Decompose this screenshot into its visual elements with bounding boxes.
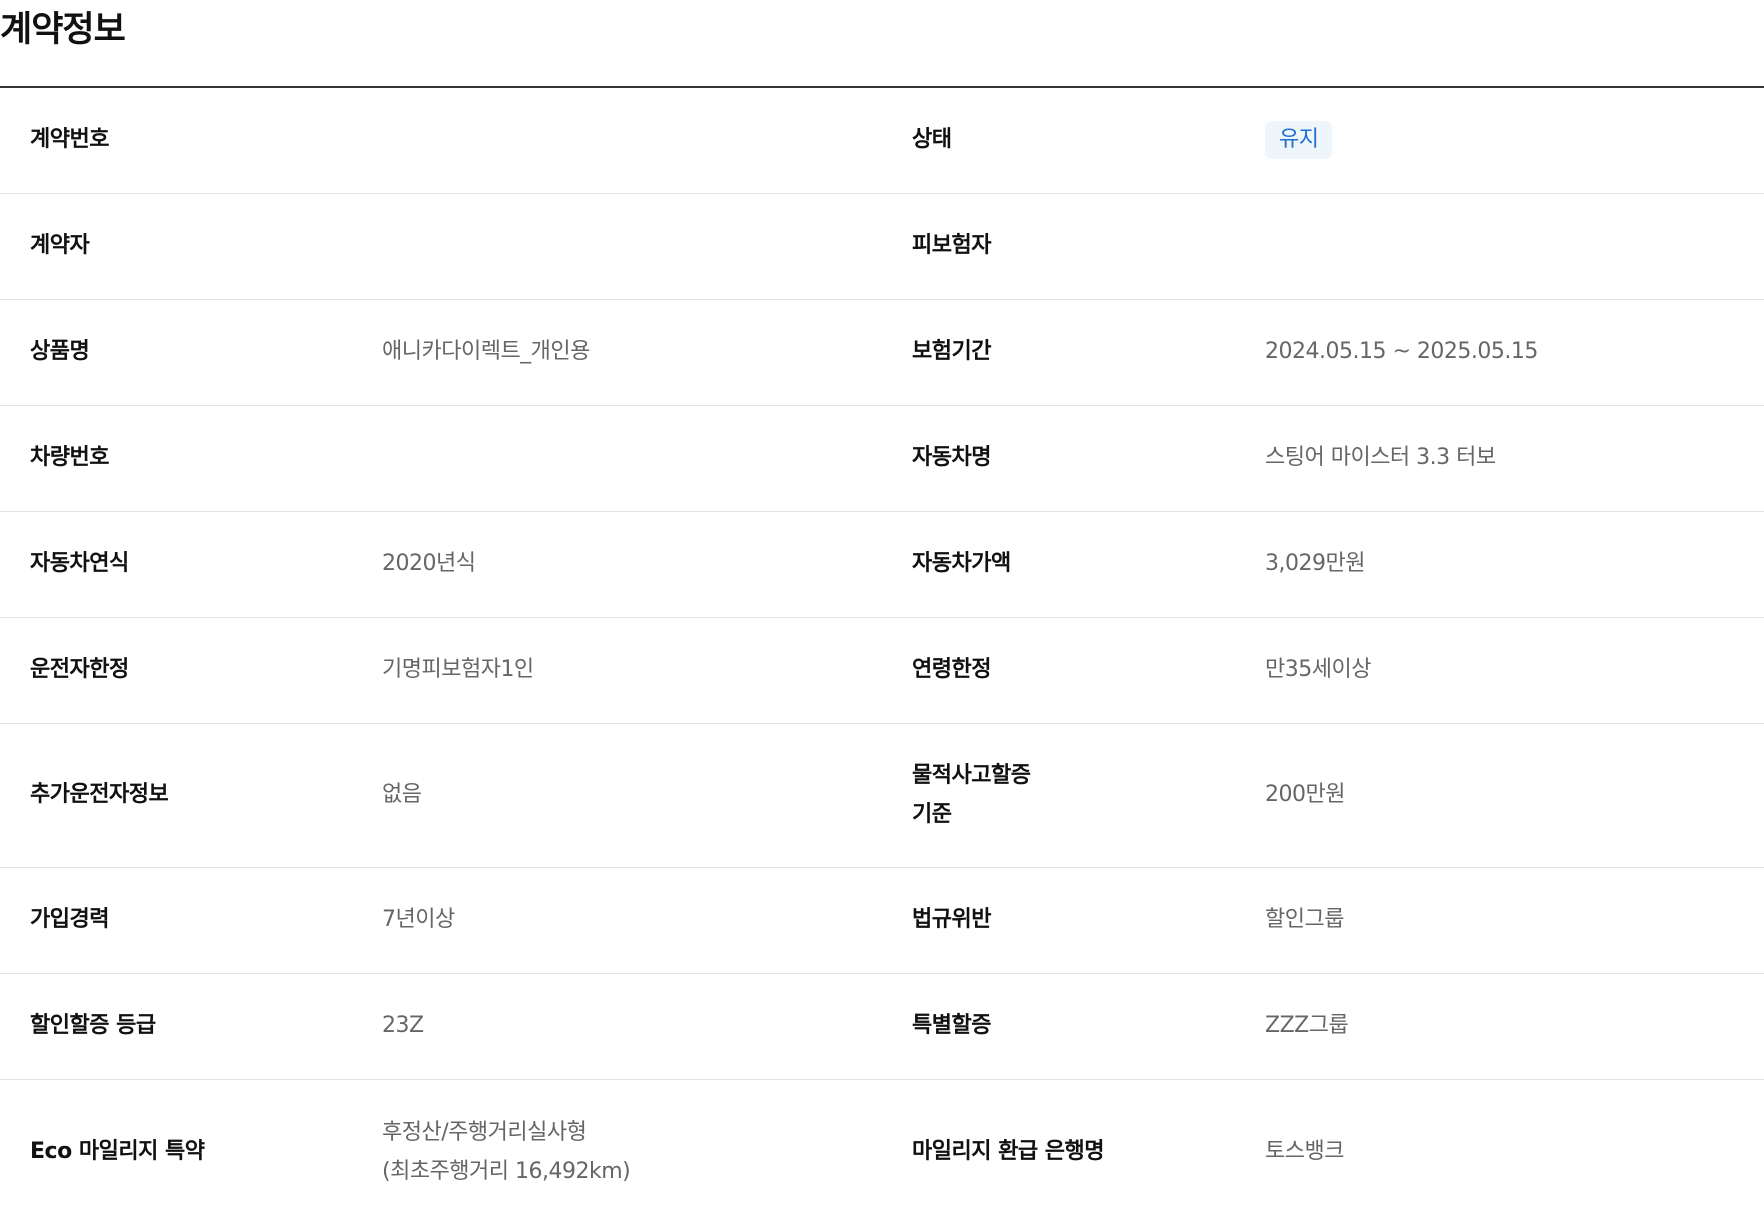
value-additional-driver: 없음	[382, 723, 912, 868]
table-row: 자동차연식 2020년식 자동차가액 3,029만원	[0, 511, 1764, 618]
label-discount-surcharge-grade: 할인할증 등급	[0, 973, 382, 1080]
value-eco-mileage-line1: 후정산/주행거리실사형	[382, 1120, 587, 1146]
table-row: 운전자한정 기명피보험자1인 연령한정 만35세이상	[0, 617, 1764, 724]
label-product-name: 상품명	[0, 299, 382, 406]
label-insurance-history: 가입경력	[0, 867, 382, 974]
status-badge: 유지	[1265, 121, 1333, 160]
contract-info-table: 계약번호 상태 유지 계약자 피보험자 상품명 애니카다이렉트_개인용 보험기간…	[0, 86, 1764, 1225]
label-special-surcharge: 특별할증	[912, 973, 1265, 1080]
value-traffic-violation: 할인그룹	[1265, 867, 1764, 974]
label-insured: 피보험자	[912, 193, 1265, 300]
table-row: 계약번호 상태 유지	[0, 87, 1764, 194]
value-product-name: 애니카다이렉트_개인용	[382, 299, 912, 406]
label-policyholder: 계약자	[0, 193, 382, 300]
label-eco-mileage-rider: Eco 마일리지 특약	[30, 1139, 205, 1165]
value-mileage-refund-bank: 토스뱅크	[1265, 1139, 1344, 1165]
table-row: 계약자 피보험자	[0, 193, 1764, 300]
label-mileage-refund-bank: 마일리지 환급 은행명	[912, 1139, 1104, 1165]
value-vehicle-name: 스팅어 마이스터 3.3 터보	[1265, 405, 1764, 512]
label-vehicle-number: 차량번호	[0, 405, 382, 512]
value-vehicle-number	[382, 405, 912, 512]
value-contract-number	[382, 87, 912, 194]
value-model-year: 2020년식	[382, 511, 912, 618]
label-status: 상태	[912, 87, 1265, 194]
value-driver-limit: 기명피보험자1인	[382, 617, 912, 724]
table-row: 할인할증 등급 23Z 특별할증 ZZZ그룹	[0, 973, 1764, 1080]
table-row: 가입경력 7년이상 법규위반 할인그룹	[0, 867, 1764, 974]
value-eco-mileage-rider: 후정산/주행거리실사형 (최초주행거리 16,492km)	[382, 1079, 912, 1225]
page-title: 계약정보	[0, 10, 126, 50]
table-row: 추가운전자정보 없음 물적사고할증 기준 200만원	[0, 723, 1764, 868]
value-property-damage-surcharge: 200만원	[1265, 723, 1764, 868]
label-model-year: 자동차연식	[0, 511, 382, 618]
table-row: Eco 마일리지 특약 후정산/주행거리실사형 (최초주행거리 16,492km…	[0, 1079, 1764, 1225]
label-insurance-period: 보험기간	[912, 299, 1265, 406]
label-driver-limit: 운전자한정	[0, 617, 382, 724]
label-vehicle-name: 자동차명	[912, 405, 1265, 512]
table-row: 상품명 애니카다이렉트_개인용 보험기간 2024.05.15 ~ 2025.0…	[0, 299, 1764, 406]
label-contract-number: 계약번호	[0, 87, 382, 194]
value-insured	[1265, 193, 1764, 300]
value-special-surcharge: ZZZ그룹	[1265, 973, 1764, 1080]
label-property-damage-surcharge-line1: 물적사고할증	[912, 763, 1031, 788]
value-discount-surcharge-grade: 23Z	[382, 973, 912, 1080]
label-property-damage-surcharge: 물적사고할증 기준	[912, 723, 1265, 868]
value-insurance-history: 7년이상	[382, 867, 912, 974]
value-eco-mileage-line2: (최초주행거리 16,492km)	[382, 1159, 631, 1185]
value-insurance-period: 2024.05.15 ~ 2025.05.15	[1265, 299, 1764, 406]
label-additional-driver: 추가운전자정보	[0, 723, 382, 868]
label-vehicle-value: 자동차가액	[912, 511, 1265, 618]
value-policyholder	[382, 193, 912, 300]
label-property-damage-surcharge-line2: 기준	[912, 802, 952, 827]
value-vehicle-value: 3,029만원	[1265, 511, 1764, 618]
label-age-limit: 연령한정	[912, 617, 1265, 724]
table-row: 차량번호 자동차명 스팅어 마이스터 3.3 터보	[0, 405, 1764, 512]
label-traffic-violation: 법규위반	[912, 867, 1265, 974]
value-age-limit: 만35세이상	[1265, 617, 1764, 724]
